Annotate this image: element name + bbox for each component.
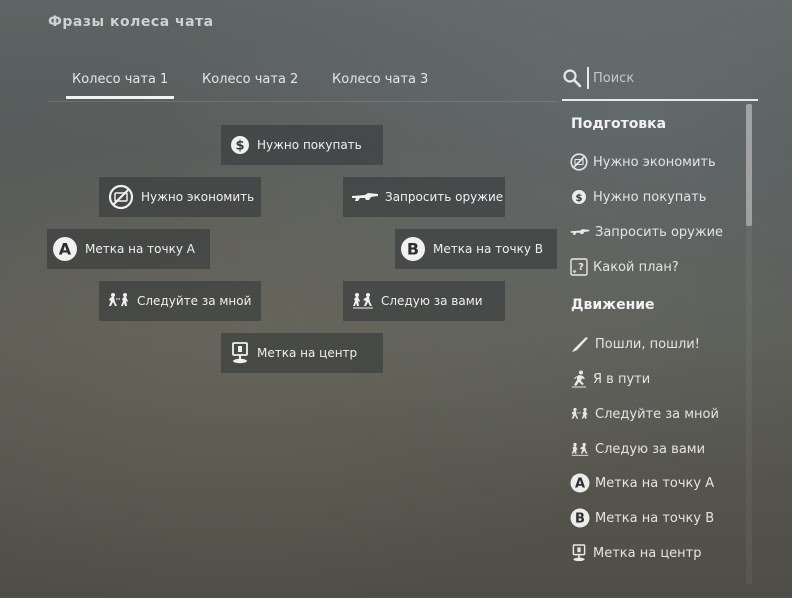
phrase-label: Нужно экономить: [593, 154, 716, 170]
follow-me-icon: [570, 405, 590, 423]
letter-b-icon: B: [399, 235, 427, 263]
wheel-slot-label: Метка на точку A: [85, 242, 195, 256]
phrase-item[interactable]: Я в пути: [570, 367, 650, 391]
plan-icon: ?: [570, 258, 588, 276]
phrase-label: Я в пути: [593, 371, 651, 387]
phrase-label: Метка на точку B: [595, 510, 715, 526]
rifle-icon: [570, 223, 590, 241]
phrase-item[interactable]: A Метка на точку A: [570, 471, 714, 495]
phrase-item[interactable]: Пошли, пошли!: [570, 332, 700, 356]
wheel-slot-request-weapon[interactable]: Запросить оружие: [343, 177, 505, 217]
wheel-slot-mark-b[interactable]: B Метка на точку B: [395, 229, 557, 269]
phrase-label: Нужно покупать: [593, 189, 707, 205]
svg-text:$: $: [576, 193, 583, 204]
phrase-list: Подготовка Нужно экономить $ Нужно покуп…: [562, 104, 758, 598]
phrase-label: Какой план?: [593, 259, 679, 275]
svg-text:$: $: [235, 139, 244, 154]
phrase-item[interactable]: Следую за вами: [570, 437, 705, 461]
svg-text:?: ?: [578, 262, 584, 273]
wheel-slot-mark-mid[interactable]: Метка на центр: [221, 333, 383, 373]
svg-text:A: A: [575, 477, 585, 492]
tab-chat-wheel-2[interactable]: Колесо чата 2: [202, 72, 298, 87]
wheel-slot-follow-me[interactable]: Следуйте за мной: [99, 281, 261, 321]
tab-chat-wheel-1[interactable]: Колесо чата 1: [65, 72, 175, 99]
phrase-label: Пошли, пошли!: [595, 336, 700, 352]
mid-marker-icon: [229, 342, 251, 364]
rifle-icon: [351, 186, 379, 208]
running-icon: [570, 370, 588, 388]
phrase-item[interactable]: Следуйте за мной: [570, 402, 719, 426]
phrase-label: Следуйте за мной: [595, 406, 719, 422]
phrase-label: Запросить оружие: [595, 224, 724, 240]
svg-text:B: B: [407, 240, 419, 259]
wheel-slot-label: Нужно экономить: [141, 190, 255, 204]
wheel-slot-label: Следую за вами: [381, 294, 483, 308]
search-caret: [587, 67, 589, 89]
search-box: [562, 64, 758, 101]
phrase-item[interactable]: Запросить оружие: [570, 220, 723, 244]
dollar-icon: $: [229, 134, 251, 156]
search-icon[interactable]: [562, 68, 582, 88]
wheel-slot-label: Следуйте за мной: [137, 294, 252, 308]
phrase-item[interactable]: B Метка на точку B: [570, 506, 714, 530]
tab-bar: Колесо чата 1 Колесо чата 2 Колесо чата …: [48, 60, 558, 102]
following-you-icon: [351, 290, 375, 312]
wheel-slot-save[interactable]: Нужно экономить: [99, 177, 261, 217]
following-you-icon: [570, 440, 590, 458]
phrase-item[interactable]: ? Какой план?: [570, 255, 679, 279]
letter-a-icon: A: [51, 235, 79, 263]
letter-a-icon: A: [570, 473, 590, 493]
phrase-label: Метка на центр: [593, 545, 702, 561]
phrase-label: Следую за вами: [595, 441, 706, 457]
phrase-item[interactable]: Метка на центр: [570, 541, 702, 565]
page-title: Фразы колеса чата: [48, 14, 214, 30]
no-money-icon: [107, 183, 135, 211]
svg-text:A: A: [59, 240, 72, 259]
wheel-slot-label: Нужно покупать: [257, 138, 362, 152]
phrase-item[interactable]: $ Нужно покупать: [570, 185, 706, 209]
section-title-preparation: Подготовка: [571, 116, 667, 132]
wheel-slot-label: Метка на точку B: [433, 242, 543, 256]
phrase-label: Метка на точку A: [595, 475, 715, 491]
phrase-item[interactable]: Нужно экономить: [570, 150, 716, 174]
search-input[interactable]: [593, 66, 753, 90]
wheel-slot-following-you[interactable]: Следую за вами: [343, 281, 505, 321]
wheel-slot-mark-a[interactable]: A Метка на точку A: [47, 229, 210, 269]
knife-icon: [570, 335, 590, 353]
dollar-icon: $: [570, 188, 588, 206]
wheel-slot-label: Запросить оружие: [385, 190, 504, 204]
tab-chat-wheel-3[interactable]: Колесо чата 3: [332, 72, 428, 87]
section-title-movement: Движение: [571, 297, 655, 313]
svg-text:B: B: [575, 512, 585, 527]
follow-me-icon: [107, 290, 131, 312]
wheel-slot-buy[interactable]: $ Нужно покупать: [221, 125, 383, 165]
letter-b-icon: B: [570, 508, 590, 528]
wheel-slot-label: Метка на центр: [257, 346, 358, 360]
mid-marker-icon: [570, 544, 588, 562]
no-money-icon: [570, 153, 588, 171]
